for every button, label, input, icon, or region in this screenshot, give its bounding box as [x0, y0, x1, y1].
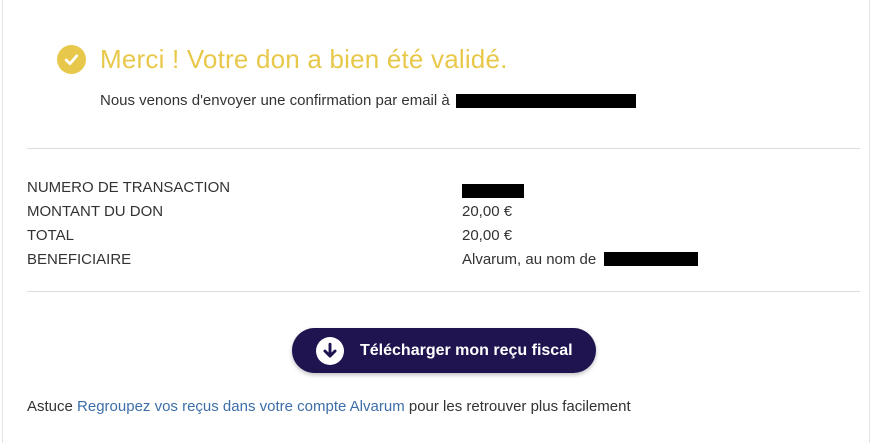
beneficiary-text: Alvarum, au nom de	[462, 250, 597, 268]
amount-label: MONTANT DU DON	[27, 202, 164, 220]
download-receipt-label: Télécharger mon reçu fiscal	[360, 341, 573, 359]
detail-row-amount: MONTANT DU DON 20,00 €	[27, 199, 727, 223]
tip-prefix: Astuce	[27, 398, 73, 415]
redacted-email	[455, 93, 636, 108]
confirmation-message: Nous venons d'envoyer une confirmation p…	[100, 92, 450, 109]
top-divider	[27, 148, 860, 149]
confirmation-subtitle: Nous venons d'envoyer une confirmation p…	[100, 92, 636, 109]
download-receipt-button[interactable]: Télécharger mon reçu fiscal	[292, 328, 596, 373]
transaction-label: NUMERO DE TRANSACTION	[27, 178, 231, 196]
total-value: 20,00 €	[462, 226, 513, 244]
total-label: TOTAL	[27, 226, 74, 244]
confirmation-card: Merci ! Votre don a bien été validé. Nou…	[2, 0, 870, 443]
download-arrow-icon	[316, 336, 344, 365]
confirmation-title: Merci ! Votre don a bien été validé.	[100, 44, 508, 74]
transaction-value	[462, 176, 524, 198]
detail-row-transaction: NUMERO DE TRANSACTION	[27, 175, 727, 199]
tip-suffix: pour les retrouver plus facilement	[408, 398, 631, 415]
redacted-transaction-number	[462, 184, 524, 198]
redacted-beneficiary-name	[604, 252, 699, 266]
beneficiary-value: Alvarum, au nom de	[462, 250, 699, 268]
beneficiary-label: BENEFICIAIRE	[27, 250, 132, 268]
check-circle-icon	[57, 45, 86, 74]
bottom-divider	[27, 291, 860, 292]
detail-row-total: TOTAL 20,00 €	[27, 223, 727, 247]
tip-line: Astuce Regroupez vos reçus dans votre co…	[27, 398, 631, 415]
confirmation-header: Merci ! Votre don a bien été validé.	[57, 44, 508, 75]
amount-value: 20,00 €	[462, 202, 513, 220]
donation-details: NUMERO DE TRANSACTION MONTANT DU DON 20,…	[27, 175, 727, 271]
detail-row-beneficiary: BENEFICIAIRE Alvarum, au nom de	[27, 247, 727, 271]
alvarum-account-link[interactable]: Regroupez vos reçus dans votre compte Al…	[77, 398, 405, 415]
